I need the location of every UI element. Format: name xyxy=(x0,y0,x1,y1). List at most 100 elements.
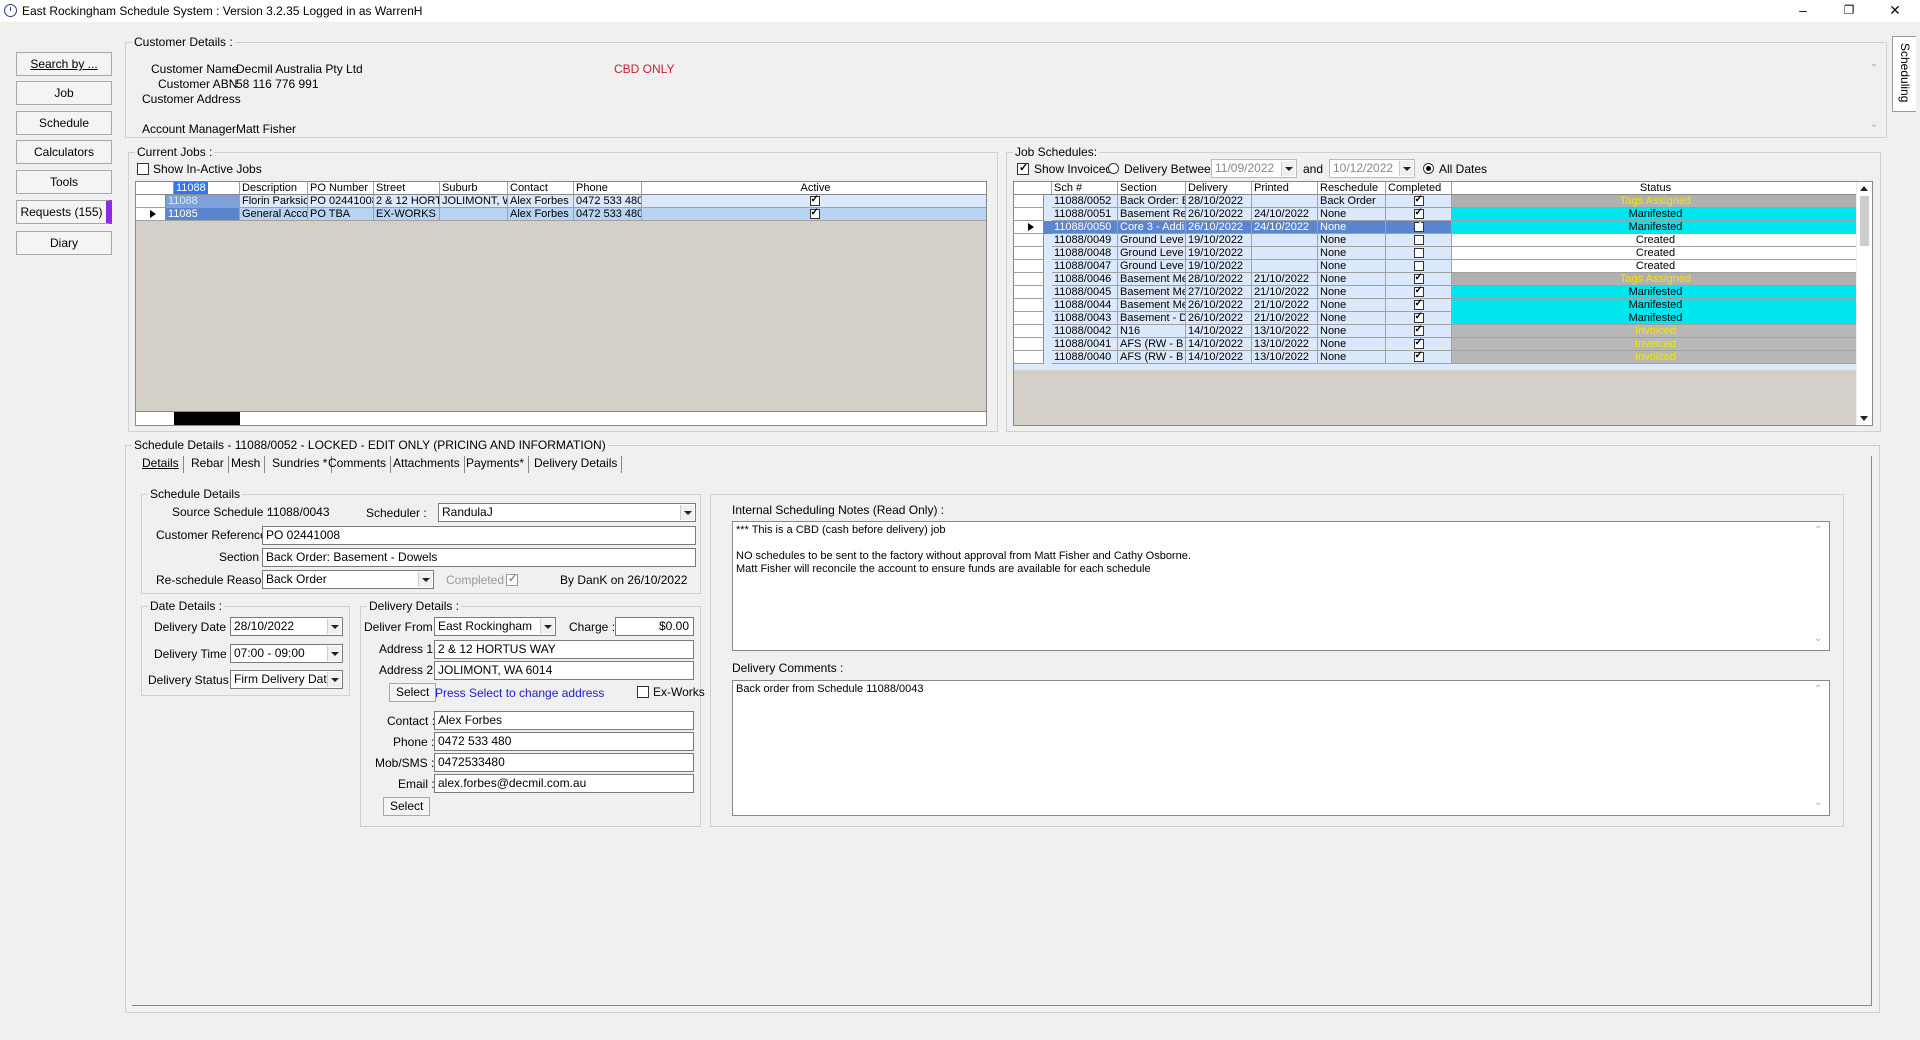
table-row[interactable]: 11088/0051 Basement Re 26/10/2022 24/10/202… xyxy=(1014,208,1858,221)
row-selector[interactable] xyxy=(1014,351,1044,364)
table-row[interactable]: 11088/0049 Ground Leve 19/10/2022 None Creat… xyxy=(1014,234,1858,247)
tab-scheduling[interactable]: Scheduling xyxy=(1892,36,1916,112)
row-selector[interactable] xyxy=(1014,325,1044,338)
row-selector[interactable] xyxy=(1014,247,1044,260)
row-selector[interactable] xyxy=(1014,195,1044,208)
col-description[interactable]: Description xyxy=(240,182,308,195)
table-row[interactable]: 11088/0045 Basement Me 27/10/2022 21/10/202… xyxy=(1014,286,1858,299)
chevron-down-icon[interactable] xyxy=(327,619,341,634)
sch-completed-checkbox[interactable] xyxy=(1413,195,1424,206)
row-selector[interactable] xyxy=(1014,221,1044,234)
scroll-down-icon[interactable]: ⌄ xyxy=(1870,119,1878,130)
row-selector[interactable] xyxy=(1014,312,1044,325)
tab-attachments[interactable]: Attachments xyxy=(389,456,465,473)
row-selector[interactable] xyxy=(1014,234,1044,247)
requests-button[interactable]: Requests (155) xyxy=(16,200,112,224)
table-row[interactable]: 11088/0052 Back Order: B 28/10/2022 Back Or… xyxy=(1014,195,1858,208)
comments-scroll-up-icon[interactable]: ⌃ xyxy=(1814,684,1822,695)
row-selector[interactable] xyxy=(1014,273,1044,286)
internal-notes-memo[interactable]: *** This is a CBD (cash before delivery)… xyxy=(732,521,1830,651)
scroll-up-icon[interactable]: ⌃ xyxy=(1870,63,1878,74)
sch-completed-checkbox[interactable] xyxy=(1413,286,1424,297)
tab-details[interactable]: Details xyxy=(138,456,184,473)
tab-comments[interactable]: Comments xyxy=(324,456,392,473)
date-to-picker[interactable]: 10/12/2022 xyxy=(1329,159,1415,178)
job-active-checkbox[interactable] xyxy=(809,208,820,219)
table-row[interactable]: 11088/0043 Basement - D 26/10/2022 21/10/20… xyxy=(1014,312,1858,325)
tab-rebar[interactable]: Rebar xyxy=(187,456,229,473)
sch-completed-checkbox[interactable] xyxy=(1413,221,1424,232)
delivery-status-select[interactable]: Firm Delivery Date xyxy=(230,670,343,689)
notes-scroll-down-icon[interactable]: ⌄ xyxy=(1814,633,1822,644)
scroll-thumb[interactable] xyxy=(1860,196,1869,246)
minimize-button[interactable]: – xyxy=(1780,0,1826,22)
row-selector[interactable] xyxy=(1014,260,1044,273)
schedule-button[interactable]: Schedule xyxy=(16,111,112,135)
tab-delivery-details[interactable]: Delivery Details xyxy=(530,456,623,473)
notes-scroll-up-icon[interactable]: ⌃ xyxy=(1814,525,1822,536)
table-row[interactable]: 11088/0040 AFS (RW - B 14/10/2022 13/10/202… xyxy=(1014,351,1858,364)
scroll-up-arrow-icon[interactable] xyxy=(1860,186,1868,191)
delivery-date-picker[interactable]: 28/10/2022 xyxy=(230,617,343,636)
col-contact[interactable]: Contact xyxy=(508,182,574,195)
contact-field[interactable]: Alex Forbes xyxy=(434,711,694,730)
date-from-picker[interactable]: 11/09/2022 xyxy=(1211,159,1297,178)
address1-field[interactable]: 2 & 12 HORTUS WAY xyxy=(434,640,694,659)
delivery-between-radio[interactable] xyxy=(1108,163,1119,174)
col-section[interactable]: Section xyxy=(1118,182,1186,195)
row-selector[interactable] xyxy=(1014,299,1044,312)
delivery-time-select[interactable]: 07:00 - 09:00 xyxy=(230,644,343,663)
col-suburb[interactable]: Suburb xyxy=(440,182,508,195)
scroll-down-arrow-icon[interactable] xyxy=(1860,416,1868,421)
completed-checkbox[interactable] xyxy=(506,572,518,586)
phone-field[interactable]: 0472 533 480 xyxy=(434,732,694,751)
section-field[interactable]: Back Order: Basement - Dowels xyxy=(262,548,696,567)
sch-completed-checkbox[interactable] xyxy=(1413,312,1424,323)
close-button[interactable]: ✕ xyxy=(1872,0,1918,22)
chevron-down-icon[interactable] xyxy=(327,672,341,687)
table-row[interactable]: 11088/0047 Ground Leve 19/10/2022 None Creat… xyxy=(1014,260,1858,273)
customer-reference-field[interactable]: PO 02441008 xyxy=(262,526,696,545)
comments-scroll-down-icon[interactable]: ⌄ xyxy=(1814,797,1822,808)
job-active-checkbox[interactable] xyxy=(809,195,820,206)
col-active[interactable]: Active xyxy=(642,182,986,195)
table-row[interactable]: 11085 General Acco PO TBA EX-WORKS Alex … xyxy=(136,208,986,221)
tab-sundries[interactable]: Sundries * xyxy=(268,456,333,473)
table-row[interactable]: 11088/0041 AFS (RW - B 14/10/2022 13/10/202… xyxy=(1014,338,1858,351)
col-reschedule[interactable]: Reschedule xyxy=(1318,182,1386,195)
sch-completed-checkbox[interactable] xyxy=(1413,235,1424,245)
chevron-down-icon[interactable] xyxy=(1399,161,1413,176)
tools-button[interactable]: Tools xyxy=(16,170,112,194)
col-delivery[interactable]: Delivery xyxy=(1186,182,1252,195)
col-status[interactable]: Status xyxy=(1452,182,1858,195)
col-po-number[interactable]: PO Number xyxy=(308,182,374,195)
select-contact-button[interactable]: Select xyxy=(383,797,431,816)
col-printed[interactable]: Printed xyxy=(1252,182,1318,195)
select-address-button[interactable]: Select xyxy=(389,683,437,702)
mob-sms-field[interactable]: 0472533480 xyxy=(434,753,694,772)
row-selector[interactable] xyxy=(1014,208,1044,221)
sch-completed-checkbox[interactable] xyxy=(1413,273,1424,284)
chevron-down-icon[interactable] xyxy=(1281,161,1295,176)
table-row[interactable]: 11088/0048 Ground Leve 19/10/2022 None Creat… xyxy=(1014,247,1858,260)
tab-payments[interactable]: Payments* xyxy=(462,456,530,473)
diary-button[interactable]: Diary xyxy=(16,231,112,255)
row-selector-current[interactable] xyxy=(136,208,166,221)
all-dates-radio[interactable] xyxy=(1423,163,1434,174)
sch-completed-checkbox[interactable] xyxy=(1413,325,1424,336)
job-filter-value[interactable]: 11088 xyxy=(174,182,208,194)
chevron-down-icon[interactable] xyxy=(540,619,554,634)
schedules-scrollbar[interactable] xyxy=(1856,182,1872,425)
sch-completed-checkbox[interactable] xyxy=(1413,261,1424,271)
col-sch-number[interactable]: Sch # xyxy=(1052,182,1118,195)
table-row[interactable]: 11088/0046 Basement Me 28/10/2022 21/10/202… xyxy=(1014,273,1858,286)
ex-works-checkbox[interactable] xyxy=(637,686,649,698)
row-selector[interactable] xyxy=(1014,338,1044,351)
col-completed[interactable]: Completed xyxy=(1386,182,1452,195)
sch-completed-checkbox[interactable] xyxy=(1413,208,1424,219)
calculators-button[interactable]: Calculators xyxy=(16,140,112,164)
chevron-down-icon[interactable] xyxy=(418,572,432,587)
delivery-comments-memo[interactable]: Back order from Schedule 11088/0043 xyxy=(732,680,1830,816)
charge-field[interactable]: $0.00 xyxy=(615,617,694,636)
show-invoiced-checkbox[interactable] xyxy=(1017,161,1029,175)
